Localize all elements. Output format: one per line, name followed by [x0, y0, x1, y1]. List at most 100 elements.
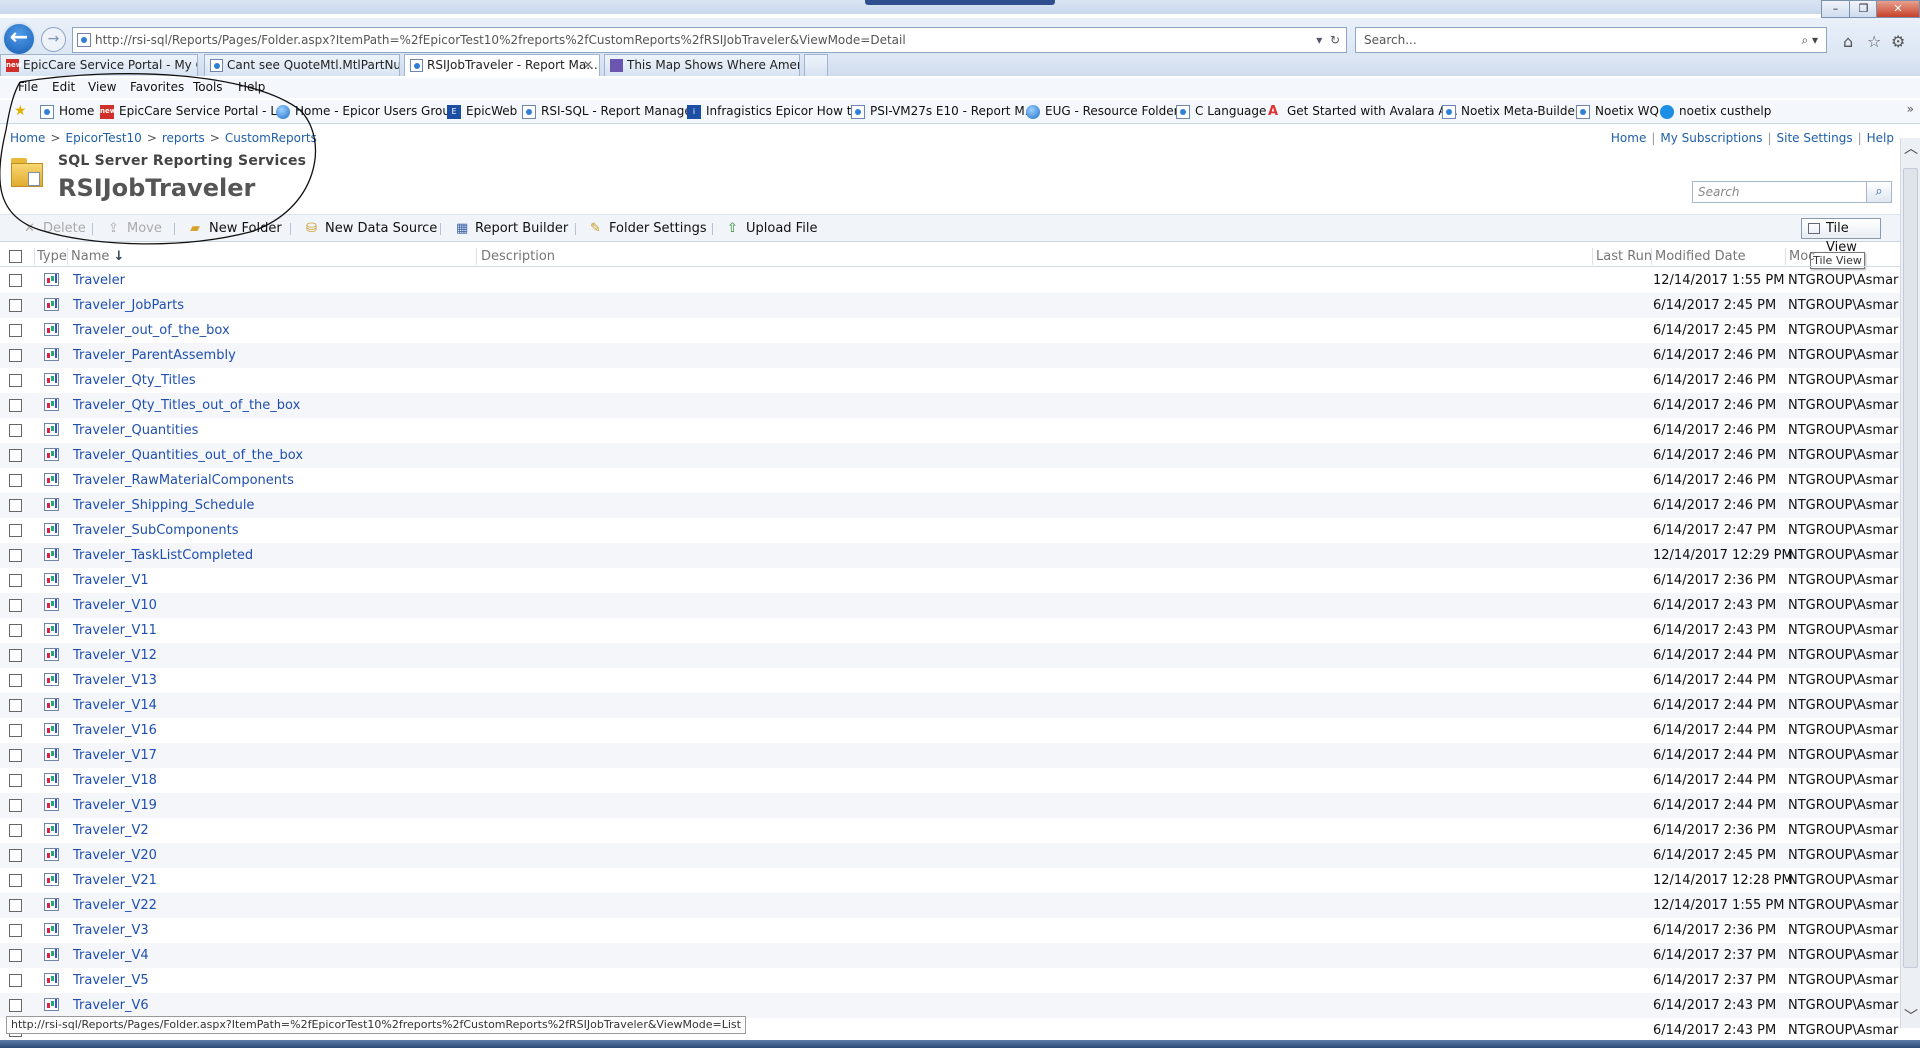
report-name-link[interactable]: Traveler_Quantities_out_of_the_box: [73, 448, 303, 463]
report-name-link[interactable]: Traveler_TaskListCompleted: [73, 548, 253, 563]
report-name-link[interactable]: Traveler_V1: [73, 573, 149, 588]
report-name-link[interactable]: Traveler_V22: [73, 898, 157, 913]
report-name-link[interactable]: Traveler_V4: [73, 948, 149, 963]
row-checkbox[interactable]: [9, 324, 22, 337]
favorite-noetix-custhelp[interactable]: noetix custhelp: [1660, 104, 1771, 119]
row-checkbox[interactable]: [9, 499, 22, 512]
row-checkbox[interactable]: [9, 449, 22, 462]
favorite-infragistics[interactable]: i Infragistics Epicor How to: [687, 104, 859, 119]
row-checkbox[interactable]: [9, 474, 22, 487]
report-name-link[interactable]: Traveler_V5: [73, 973, 149, 988]
address-bar[interactable]: http://rsi-sql/Reports/Pages/Folder.aspx…: [72, 27, 1347, 53]
row-checkbox[interactable]: [9, 924, 22, 937]
scroll-down-icon[interactable]: ﹀: [1904, 1010, 1918, 1024]
report-name-link[interactable]: Traveler_Qty_Titles: [73, 373, 196, 388]
breadcrumb-reports[interactable]: reports: [162, 131, 205, 145]
favorite-eug-resources[interactable]: EUG - Resource Folders: [1026, 104, 1185, 119]
report-name-link[interactable]: Traveler_V11: [73, 623, 157, 638]
breadcrumb-epicortest10[interactable]: EpicorTest10: [66, 131, 142, 145]
report-search-input[interactable]: Search: [1692, 181, 1867, 203]
report-name-link[interactable]: Traveler_V10: [73, 598, 157, 613]
row-checkbox[interactable]: [9, 274, 22, 287]
favorite-noetix-wq[interactable]: Noetix WQ: [1576, 104, 1659, 119]
link-site-settings[interactable]: Site Settings: [1777, 131, 1853, 145]
report-name-link[interactable]: Traveler_V18: [73, 773, 157, 788]
row-checkbox[interactable]: [9, 874, 22, 887]
favorite-noetix-meta[interactable]: Noetix Meta-Builder: [1442, 104, 1580, 119]
report-name-link[interactable]: Traveler_Shipping_Schedule: [73, 498, 254, 513]
home-icon[interactable]: ⌂: [1843, 32, 1853, 51]
favorites-star-icon[interactable]: ☆: [1867, 32, 1881, 51]
report-name-link[interactable]: Traveler_V13: [73, 673, 157, 688]
row-checkbox[interactable]: [9, 524, 22, 537]
row-checkbox[interactable]: [9, 599, 22, 612]
gear-icon[interactable]: ⚙: [1891, 32, 1905, 51]
upload-file-button[interactable]: ⇧ Upload File: [727, 221, 817, 236]
select-all-checkbox[interactable]: [9, 250, 22, 263]
menu-view[interactable]: View: [88, 80, 116, 94]
column-modified-by[interactable]: Mod: [1789, 249, 1814, 264]
column-type[interactable]: Type: [37, 249, 67, 264]
row-checkbox[interactable]: [9, 899, 22, 912]
row-checkbox[interactable]: [9, 949, 22, 962]
row-checkbox[interactable]: [9, 849, 22, 862]
back-button[interactable]: ←: [2, 22, 36, 56]
menu-help[interactable]: Help: [238, 80, 265, 94]
report-name-link[interactable]: Traveler_V3: [73, 923, 149, 938]
report-name-link[interactable]: Traveler_out_of_the_box: [73, 323, 230, 338]
menu-favorites[interactable]: Favorites: [130, 80, 184, 94]
chevron-right-icon[interactable]: »: [1907, 102, 1914, 116]
tab-rsijobtraveler[interactable]: RSIJobTraveler - Report Ma... ✕: [404, 54, 600, 76]
favorite-c-language[interactable]: C Language: [1176, 104, 1266, 119]
row-checkbox[interactable]: [9, 699, 22, 712]
row-checkbox[interactable]: [9, 349, 22, 362]
close-window-button[interactable]: ✕: [1876, 0, 1920, 18]
row-checkbox[interactable]: [9, 399, 22, 412]
favorite-epicweb[interactable]: E EpicWeb: [447, 104, 517, 119]
favorite-home[interactable]: Home: [40, 104, 94, 119]
breadcrumb-customreports[interactable]: CustomReports: [225, 131, 317, 145]
tab-epiccare[interactable]: new EpicCare Service Portal - My O...: [0, 54, 198, 76]
report-name-link[interactable]: Traveler_V19: [73, 798, 157, 813]
report-search-button[interactable]: ⌕: [1866, 181, 1892, 203]
row-checkbox[interactable]: [9, 774, 22, 787]
report-name-link[interactable]: Traveler_JobParts: [73, 298, 184, 313]
favorite-epiccare[interactable]: new EpicCare Service Portal - L...: [100, 104, 288, 119]
scroll-up-icon[interactable]: ︿: [1904, 142, 1918, 156]
favorite-avalara[interactable]: A Get Started with Avalara A...: [1268, 104, 1458, 119]
address-controls[interactable]: ▾ ↻: [1316, 28, 1340, 52]
move-button[interactable]: ⇪ Move: [108, 221, 162, 236]
report-name-link[interactable]: Traveler_Quantities: [73, 423, 198, 438]
row-checkbox[interactable]: [9, 374, 22, 387]
row-checkbox[interactable]: [9, 549, 22, 562]
row-checkbox[interactable]: [9, 999, 22, 1012]
link-home[interactable]: Home: [1611, 131, 1646, 145]
report-name-link[interactable]: Traveler_V20: [73, 848, 157, 863]
row-checkbox[interactable]: [9, 574, 22, 587]
minimize-button[interactable]: –: [1821, 0, 1850, 18]
favorite-rsi-sql[interactable]: RSI-SQL - Report Manager: [522, 104, 697, 119]
row-checkbox[interactable]: [9, 974, 22, 987]
report-name-link[interactable]: Traveler_RawMaterialComponents: [73, 473, 294, 488]
column-last-run[interactable]: Last Run: [1596, 249, 1652, 264]
vertical-scrollbar[interactable]: ︿ ﹀: [1900, 138, 1920, 1028]
new-folder-button[interactable]: ▰ New Folder: [190, 221, 282, 236]
report-name-link[interactable]: Traveler_SubComponents: [73, 523, 238, 538]
report-name-link[interactable]: Traveler: [73, 273, 125, 288]
link-help[interactable]: Help: [1867, 131, 1894, 145]
scrollbar-thumb[interactable]: [1903, 168, 1918, 968]
report-name-link[interactable]: Traveler_V17: [73, 748, 157, 763]
row-checkbox[interactable]: [9, 424, 22, 437]
folder-settings-button[interactable]: ✎ Folder Settings: [590, 221, 707, 236]
report-builder-button[interactable]: ▦ Report Builder: [456, 221, 568, 236]
report-name-link[interactable]: Traveler_ParentAssembly: [73, 348, 236, 363]
breadcrumb-home[interactable]: Home: [10, 131, 45, 145]
forward-button[interactable]: →: [41, 27, 66, 52]
tile-view-button[interactable]: Tile View: [1801, 218, 1881, 255]
report-name-link[interactable]: Traveler_V21: [73, 873, 157, 888]
column-description[interactable]: Description: [481, 249, 555, 264]
tab-close-icon[interactable]: ✕: [583, 55, 593, 75]
row-checkbox[interactable]: [9, 824, 22, 837]
tab-quotemtl[interactable]: Cant see QuoteMtl.MtlPartNu...: [204, 54, 400, 76]
link-my-subscriptions[interactable]: My Subscriptions: [1660, 131, 1762, 145]
